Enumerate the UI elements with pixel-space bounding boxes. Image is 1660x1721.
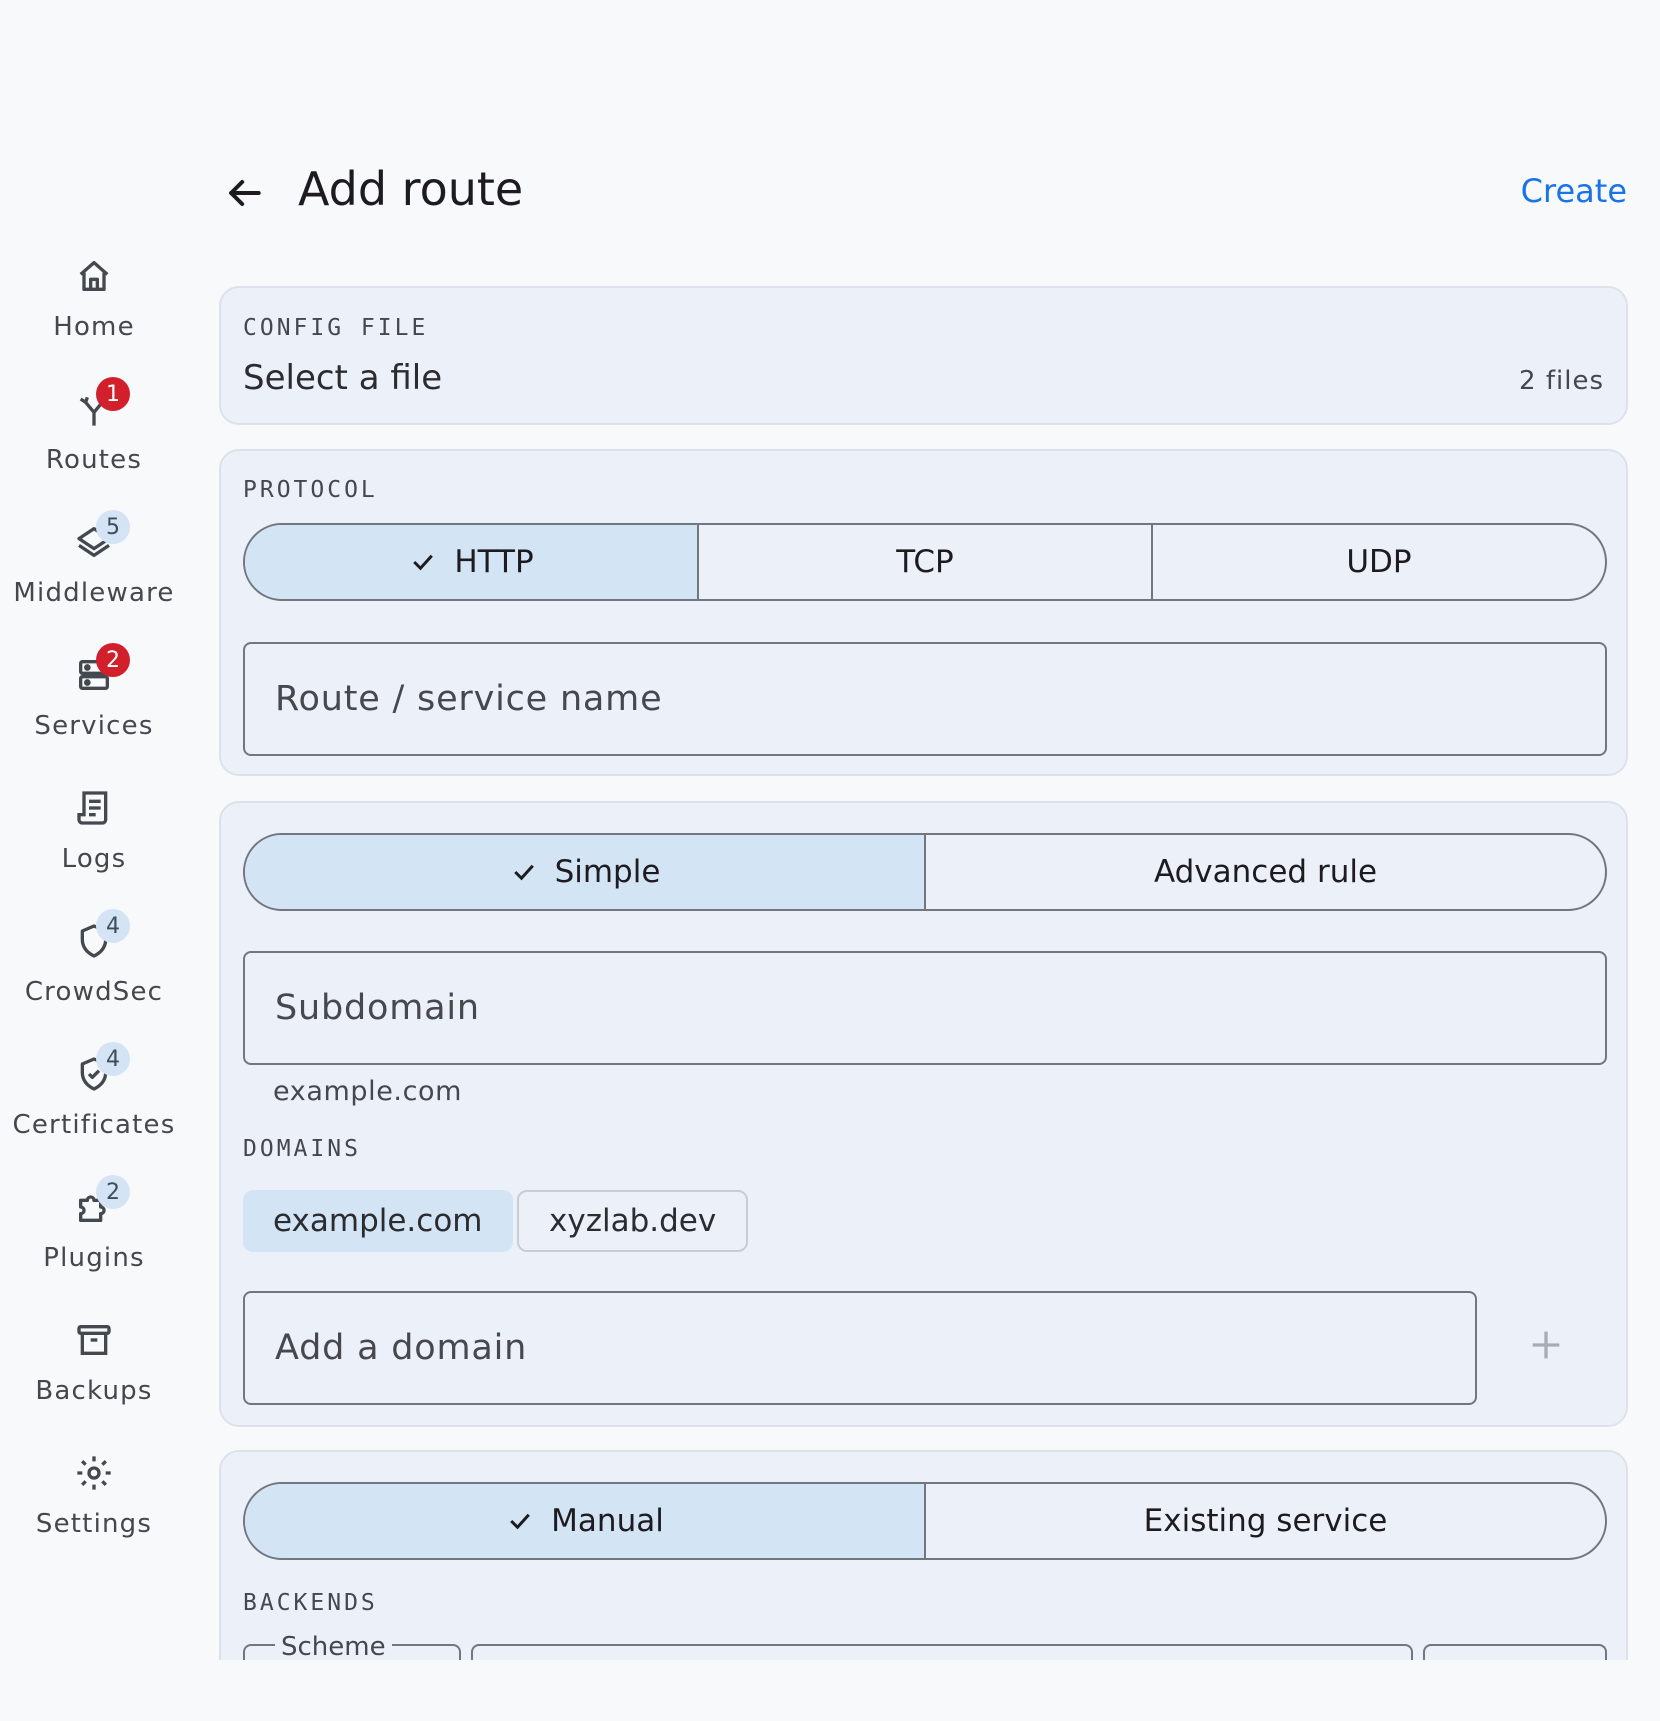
domain-chips: example.com xyzlab.dev bbox=[243, 1190, 1607, 1252]
domains-caption: DOMAINS bbox=[243, 1136, 361, 1162]
create-button[interactable]: Create bbox=[1521, 172, 1627, 210]
nav-label: CrowdSec bbox=[24, 977, 164, 1007]
add-domain-input[interactable]: Add a domain bbox=[243, 1291, 1477, 1405]
logs-icon bbox=[70, 784, 118, 832]
rule-mode-label: Simple bbox=[554, 854, 661, 890]
check-icon bbox=[413, 554, 434, 571]
shield-icon: 4 bbox=[70, 909, 130, 965]
protocol-option-tcp[interactable]: TCP bbox=[697, 525, 1151, 599]
nav-label: Settings bbox=[35, 1509, 153, 1539]
rule-mode-segmented-control: Simple Advanced rule bbox=[243, 833, 1607, 911]
nav-item-routes[interactable]: 1 Routes bbox=[0, 371, 188, 504]
layers-icon: 5 bbox=[70, 510, 130, 566]
backend-mode-manual[interactable]: Manual bbox=[245, 1484, 924, 1558]
routing-card: Simple Advanced rule Subdomain example.c… bbox=[219, 801, 1628, 1427]
protocol-option-label: UDP bbox=[1346, 544, 1412, 580]
backends-caption: BACKENDS bbox=[243, 1590, 378, 1616]
nav-item-settings[interactable]: Settings bbox=[0, 1435, 188, 1568]
plugins-badge: 2 bbox=[96, 1175, 130, 1209]
crowdsec-badge: 4 bbox=[96, 909, 130, 943]
protocol-option-http[interactable]: HTTP bbox=[245, 525, 697, 599]
domain-chip[interactable]: xyzlab.dev bbox=[517, 1190, 749, 1252]
middleware-badge: 5 bbox=[96, 510, 130, 544]
shield-check-icon: 4 bbox=[70, 1042, 130, 1098]
nav-item-crowdsec[interactable]: 4 CrowdSec bbox=[0, 903, 188, 1036]
back-arrow-icon[interactable] bbox=[222, 171, 266, 215]
nav-item-backups[interactable]: Backups bbox=[0, 1302, 188, 1435]
routes-icon: 1 bbox=[70, 377, 130, 433]
config-file-count: 2 files bbox=[1519, 366, 1604, 396]
protocol-option-label: HTTP bbox=[454, 544, 534, 580]
route-name-input[interactable]: Route / service name bbox=[243, 642, 1607, 756]
protocol-caption: PROTOCOL bbox=[243, 477, 378, 503]
backend-mode-label: Manual bbox=[551, 1503, 664, 1539]
nav-label: Backups bbox=[35, 1376, 153, 1406]
certificates-badge: 4 bbox=[96, 1042, 130, 1076]
viewport-bottom bbox=[0, 1660, 1660, 1721]
nav-label: Home bbox=[53, 312, 135, 342]
nav-label: Plugins bbox=[43, 1243, 145, 1273]
backend-mode-label: Existing service bbox=[1143, 1503, 1388, 1539]
nav-label: Logs bbox=[61, 844, 127, 874]
nav-label: Routes bbox=[45, 445, 143, 475]
gear-icon bbox=[70, 1449, 118, 1497]
backend-mode-segmented-control: Manual Existing service bbox=[243, 1482, 1607, 1560]
config-file-caption: CONFIG FILE bbox=[243, 315, 429, 341]
nav-item-services[interactable]: 2 Services bbox=[0, 637, 188, 770]
rule-mode-simple[interactable]: Simple bbox=[245, 835, 924, 909]
rule-mode-advanced[interactable]: Advanced rule bbox=[924, 835, 1605, 909]
nav-label: Middleware bbox=[13, 578, 175, 608]
plus-icon[interactable] bbox=[1526, 1325, 1566, 1365]
puzzle-icon: 2 bbox=[70, 1175, 130, 1231]
nav-item-plugins[interactable]: 2 Plugins bbox=[0, 1169, 188, 1302]
server-icon: 2 bbox=[70, 643, 130, 699]
subdomain-hint: example.com bbox=[273, 1076, 463, 1107]
scheme-label: Scheme bbox=[275, 1632, 392, 1662]
domain-chip[interactable]: example.com bbox=[243, 1190, 513, 1252]
config-file-select[interactable]: Select a file bbox=[243, 358, 442, 398]
protocol-card: PROTOCOL HTTP TCP UDP Route / service na… bbox=[219, 449, 1628, 776]
protocol-option-udp[interactable]: UDP bbox=[1151, 525, 1605, 599]
nav-rail: Home 1 Routes 5 Middleware 2 Services Lo… bbox=[0, 238, 188, 1568]
rule-mode-label: Advanced rule bbox=[1153, 854, 1378, 890]
nav-item-middleware[interactable]: 5 Middleware bbox=[0, 504, 188, 637]
config-file-card[interactable]: CONFIG FILE Select a file 2 files bbox=[219, 286, 1628, 425]
backend-mode-existing[interactable]: Existing service bbox=[924, 1484, 1605, 1558]
page-title: Add route bbox=[298, 162, 524, 216]
subdomain-input[interactable]: Subdomain bbox=[243, 951, 1607, 1065]
nav-label: Services bbox=[34, 711, 154, 741]
nav-item-logs[interactable]: Logs bbox=[0, 770, 188, 903]
services-badge: 2 bbox=[96, 643, 130, 677]
routes-badge: 1 bbox=[96, 377, 130, 411]
nav-item-certificates[interactable]: 4 Certificates bbox=[0, 1036, 188, 1169]
nav-item-home[interactable]: Home bbox=[0, 238, 188, 371]
protocol-option-label: TCP bbox=[896, 544, 954, 580]
protocol-segmented-control: HTTP TCP UDP bbox=[243, 523, 1607, 601]
nav-label: Certificates bbox=[12, 1110, 176, 1140]
archive-icon bbox=[70, 1316, 118, 1364]
check-icon bbox=[513, 864, 534, 881]
check-icon bbox=[510, 1513, 531, 1530]
home-icon bbox=[70, 252, 118, 300]
